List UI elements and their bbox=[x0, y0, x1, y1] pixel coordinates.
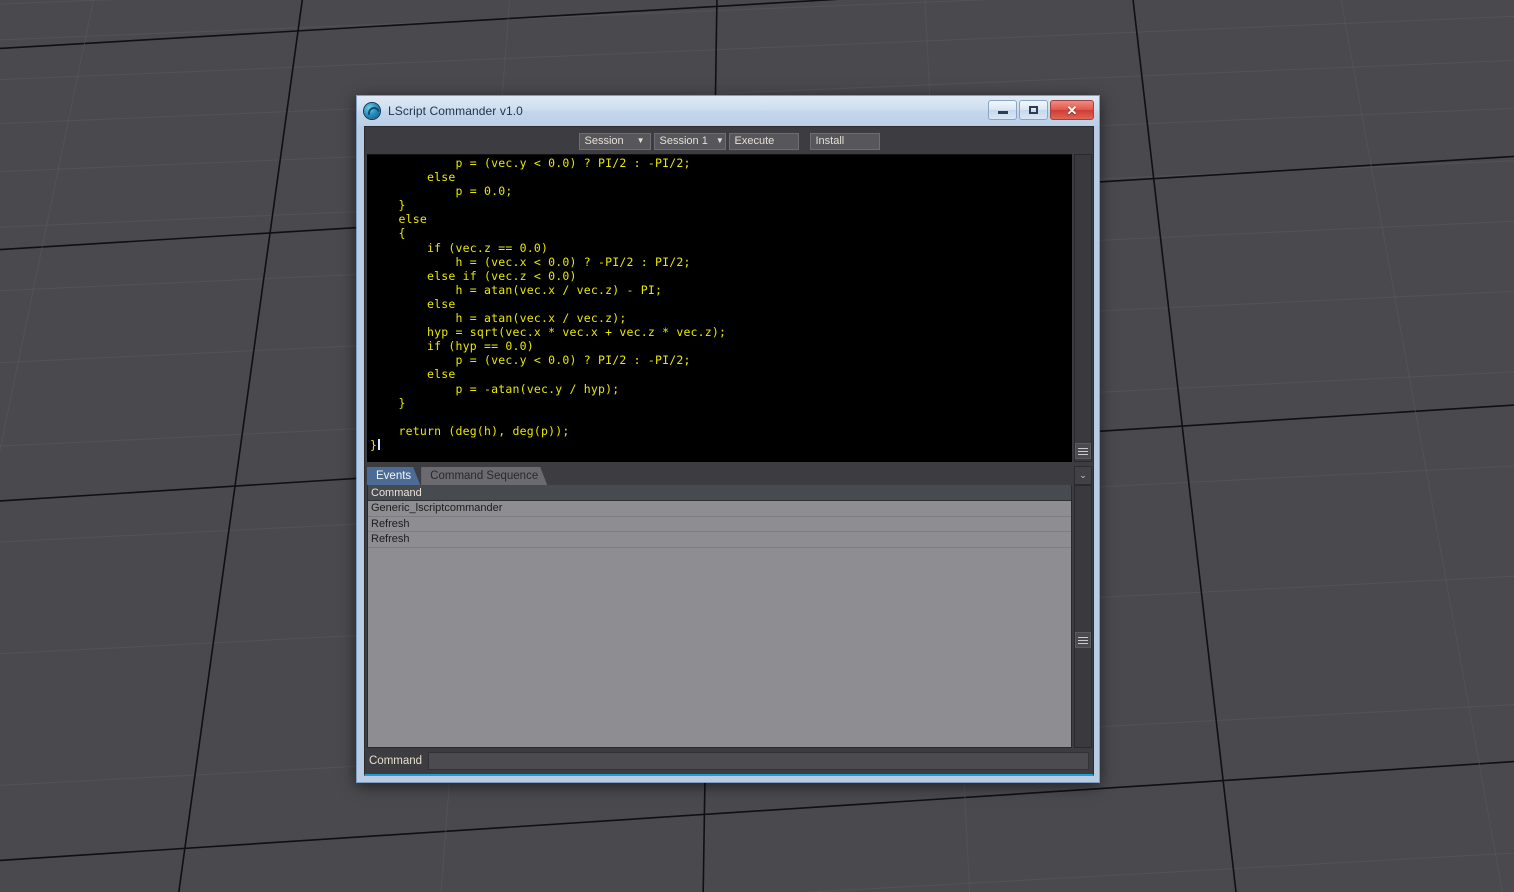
tabstrip: Events Command Sequence ⌄ bbox=[367, 465, 1092, 485]
code-text: p = (vec.y < 0.0) ? PI/2 : -PI/2; else p… bbox=[370, 156, 727, 452]
minimize-icon bbox=[997, 111, 1008, 114]
grip-line bbox=[1078, 642, 1088, 644]
list-item[interactable]: Refresh bbox=[368, 532, 1071, 548]
list-item-label: Generic_lscriptcommander bbox=[371, 502, 503, 515]
text-caret bbox=[378, 438, 381, 450]
install-button[interactable]: Install bbox=[809, 132, 880, 150]
tab-command-sequence[interactable]: Command Sequence bbox=[421, 467, 547, 485]
session-type-dropdown[interactable]: Session ▼ bbox=[578, 132, 651, 150]
window-client-area: Session ▼ Session 1 ▼ Execute Install p … bbox=[364, 126, 1094, 776]
tab-events-label: Events bbox=[376, 470, 412, 482]
command-input[interactable] bbox=[428, 752, 1089, 770]
editor-scrollbar[interactable] bbox=[1074, 154, 1092, 462]
command-label: Command bbox=[369, 755, 423, 767]
caption-buttons: ✕ bbox=[988, 100, 1094, 120]
install-label: Install bbox=[815, 135, 845, 147]
close-button[interactable]: ✕ bbox=[1050, 100, 1094, 120]
list-item-label: Refresh bbox=[371, 533, 410, 546]
session-type-value: Session bbox=[584, 135, 624, 147]
editor-region: p = (vec.y < 0.0) ? PI/2 : -PI/2; else p… bbox=[367, 154, 1092, 462]
code-editor[interactable]: p = (vec.y < 0.0) ? PI/2 : -PI/2; else p… bbox=[367, 154, 1072, 462]
editor-scrollbar-thumb[interactable] bbox=[1075, 443, 1091, 459]
events-list-region: Command Generic_lscriptcommander Refresh… bbox=[367, 485, 1092, 748]
chevron-down-icon: ▼ bbox=[636, 136, 645, 145]
lscript-commander-window[interactable]: LScript Commander v1.0 ✕ Session ▼ Sessi… bbox=[356, 95, 1100, 783]
session-number-value: Session 1 bbox=[659, 135, 708, 147]
tab-command-sequence-label: Command Sequence bbox=[430, 470, 539, 482]
session-number-dropdown[interactable]: Session 1 ▼ bbox=[653, 132, 726, 150]
window-titlebar[interactable]: LScript Commander v1.0 ✕ bbox=[357, 96, 1099, 126]
execute-button[interactable]: Execute bbox=[728, 132, 799, 150]
grip-line bbox=[1078, 453, 1088, 455]
toolbar: Session ▼ Session 1 ▼ Execute Install bbox=[365, 127, 1093, 152]
list-item[interactable]: Generic_lscriptcommander bbox=[368, 501, 1071, 517]
events-list-body[interactable]: Generic_lscriptcommander Refresh Refresh bbox=[368, 501, 1071, 747]
chevron-down-icon: ⌄ bbox=[1079, 470, 1087, 480]
grip-line bbox=[1078, 447, 1088, 449]
grip-line bbox=[1078, 450, 1088, 452]
command-bar: Command bbox=[365, 748, 1093, 774]
events-list-panel: Command Generic_lscriptcommander Refresh… bbox=[367, 485, 1072, 748]
lightwave-swirl-icon bbox=[364, 103, 380, 119]
maximize-button[interactable] bbox=[1019, 100, 1048, 120]
grip-line bbox=[1078, 636, 1088, 638]
chevron-down-icon: ▼ bbox=[715, 136, 724, 145]
events-list-scrollbar[interactable] bbox=[1074, 485, 1092, 748]
column-header-command: Command bbox=[371, 486, 422, 499]
events-list-header: Command bbox=[368, 485, 1071, 501]
panel-collapse-button[interactable]: ⌄ bbox=[1074, 466, 1092, 485]
maximize-icon bbox=[1029, 106, 1038, 114]
minimize-button[interactable] bbox=[988, 100, 1017, 120]
list-item[interactable]: Refresh bbox=[368, 517, 1071, 532]
events-list-scrollbar-thumb[interactable] bbox=[1075, 632, 1091, 648]
tab-events[interactable]: Events bbox=[367, 467, 420, 485]
window-title: LScript Commander v1.0 bbox=[388, 104, 523, 118]
grip-line bbox=[1078, 639, 1088, 641]
list-item-label: Refresh bbox=[371, 517, 410, 530]
execute-label: Execute bbox=[734, 135, 775, 147]
close-icon: ✕ bbox=[1066, 102, 1078, 118]
